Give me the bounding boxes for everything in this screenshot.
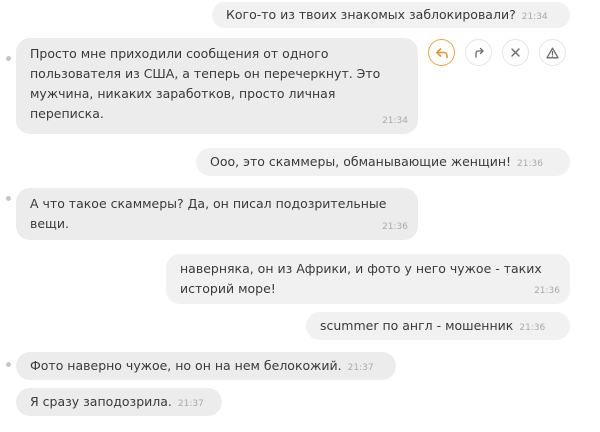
message-text: Просто мне приходили сообщения от одного… (30, 46, 381, 121)
message-text: Ооо, это скаммеры, обманывающие женщин! (210, 154, 512, 169)
forward-button[interactable] (465, 39, 492, 66)
message-incoming[interactable]: Фото наверно чужое, но он на нем белокож… (16, 352, 396, 380)
message-incoming[interactable]: Просто мне приходили сообщения от одного… (16, 38, 418, 134)
close-icon (511, 48, 520, 57)
forward-icon (474, 47, 484, 58)
message-text: Фото наверно чужое, но он на нем белокож… (30, 358, 342, 373)
message-time: 21:36 (382, 222, 408, 232)
message-time: 21:36 (519, 323, 546, 333)
message-outgoing[interactable]: scummer по англ - мошенник 21:36 (306, 312, 570, 340)
message-incoming[interactable]: Я сразу заподозрила. 21:37 (16, 388, 222, 416)
message-text: Я сразу заподозрила. (30, 394, 172, 409)
warning-icon (546, 47, 559, 58)
message-outgoing[interactable]: наверняка, он из Африки, и фото у него ч… (166, 254, 570, 304)
message-text: Кого-то из твоих знакомых заблокировали? (226, 7, 516, 22)
message-text: наверняка, он из Африки, и фото у него ч… (180, 261, 542, 296)
message-select-dot[interactable] (6, 362, 11, 367)
chat-window: Кого-то из твоих знакомых заблокировали?… (0, 0, 600, 432)
delete-button[interactable] (502, 39, 529, 66)
message-select-dot[interactable] (6, 196, 11, 201)
message-time: 21:37 (177, 399, 204, 409)
report-button[interactable] (539, 39, 566, 66)
message-time: 21:36 (534, 286, 560, 296)
reply-icon (435, 47, 448, 58)
message-text: А что такое скаммеры? Да, он писал подоз… (30, 196, 387, 231)
message-outgoing[interactable]: Ооо, это скаммеры, обманывающие женщин! 2… (196, 148, 570, 176)
message-time: 21:36 (517, 159, 543, 169)
message-text: scummer по англ - мошенник (320, 318, 514, 333)
message-select-dot[interactable] (6, 56, 11, 61)
message-incoming[interactable]: А что такое скаммеры? Да, он писал подоз… (16, 188, 418, 240)
message-time: 21:34 (521, 12, 548, 22)
reply-button[interactable] (428, 39, 455, 66)
message-outgoing[interactable]: Кого-то из твоих знакомых заблокировали?… (212, 2, 570, 28)
message-time: 21:34 (382, 116, 408, 126)
message-time: 21:37 (347, 363, 374, 373)
